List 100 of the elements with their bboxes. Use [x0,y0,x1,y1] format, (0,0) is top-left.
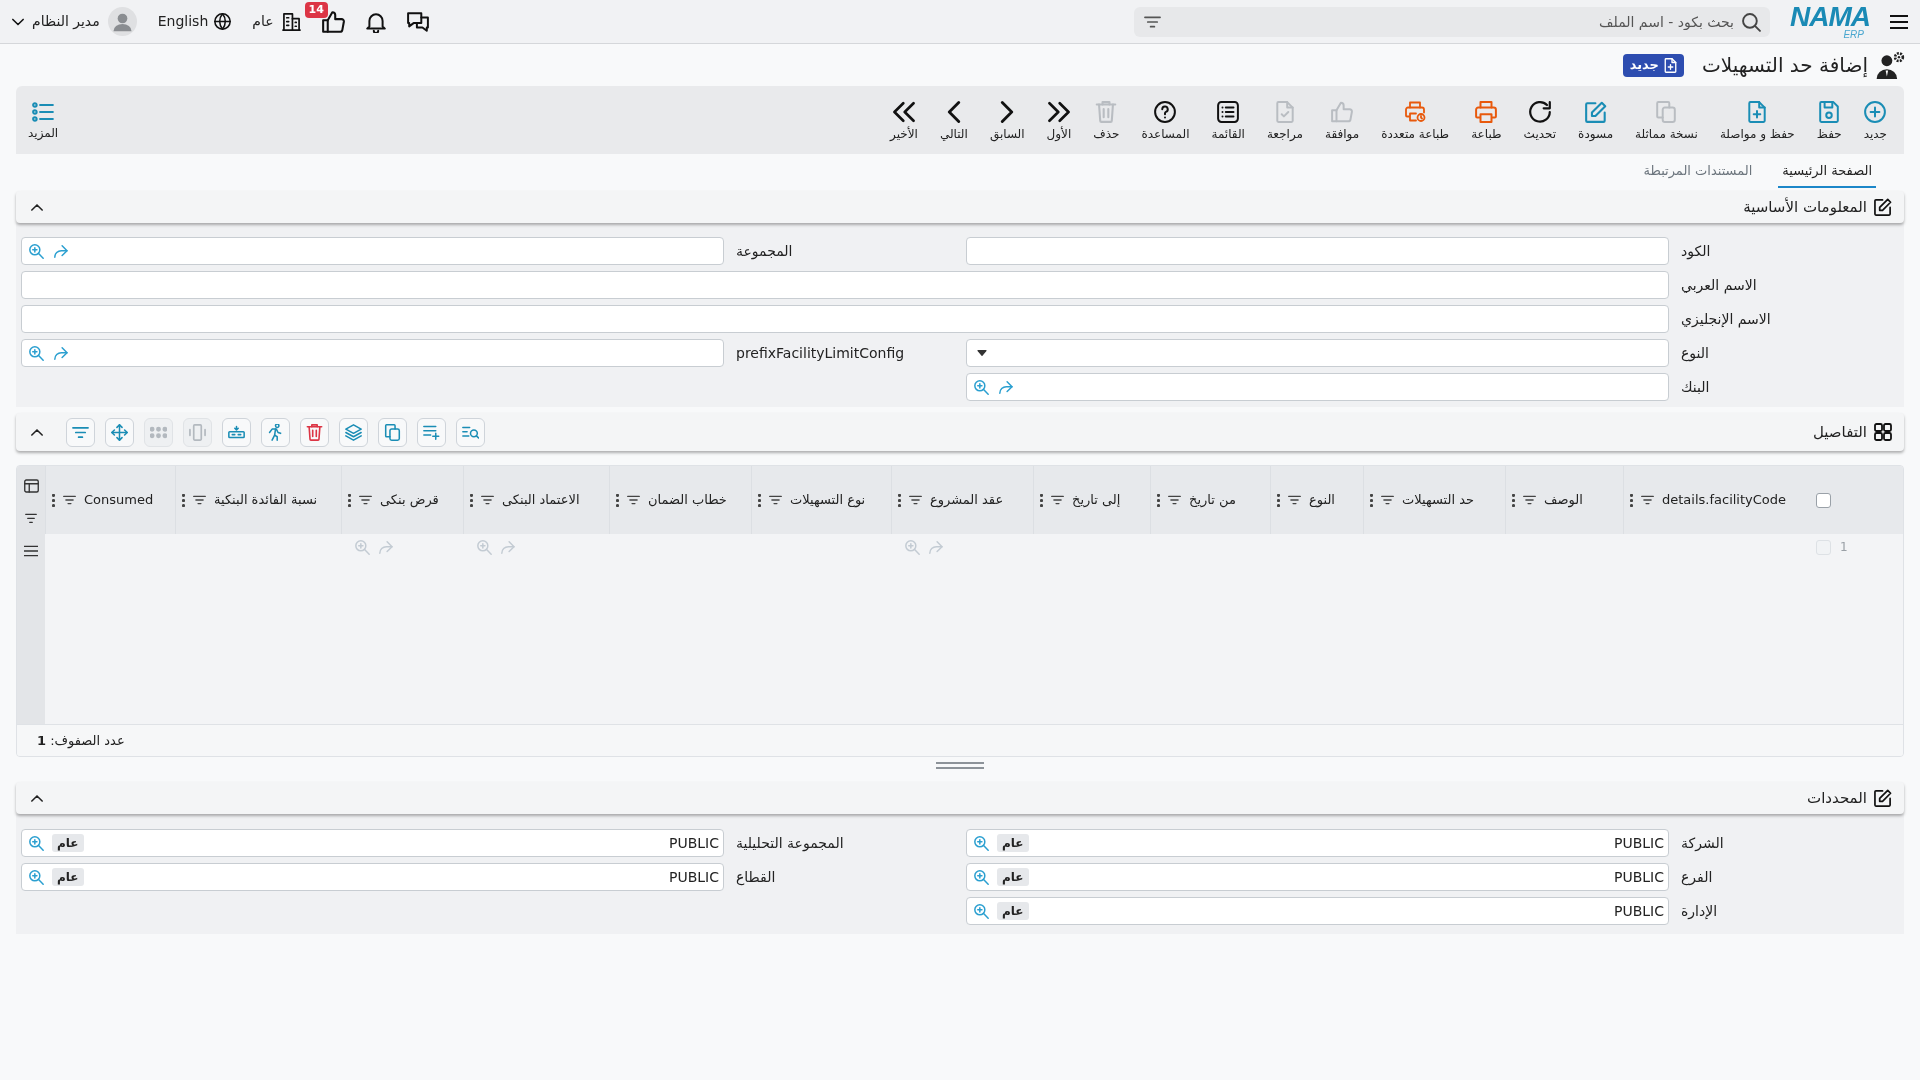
column-header[interactable]: details.facilityCode [1662,490,1787,510]
new-button[interactable]: جديد [1852,100,1898,140]
text-field[interactable] [21,271,1669,299]
column-header[interactable]: حد التسهيلات [1402,490,1474,510]
column-header[interactable]: نسبة الفائدة البنكية [214,490,318,510]
kebab-menu-icon[interactable] [52,493,55,507]
lookup-field[interactable] [21,237,724,265]
select-all-checkbox[interactable] [1816,492,1831,508]
kebab-menu-icon[interactable] [470,493,473,507]
more-button[interactable]: المزيد [28,101,59,139]
kebab-menu-icon[interactable] [898,493,901,507]
filter-icon[interactable] [24,513,38,525]
filter-icon[interactable] [193,495,206,505]
search-plus-icon[interactable] [29,243,44,259]
bell-icon[interactable] [365,10,386,33]
filter-icon[interactable] [1381,495,1394,505]
filter-icon[interactable] [481,495,494,505]
kebab-menu-icon[interactable] [1370,493,1373,507]
add-row-button[interactable] [417,417,446,447]
search-plus-icon[interactable] [29,869,44,885]
language-selector[interactable]: English [157,11,232,32]
copy-rows-button[interactable] [378,417,407,447]
filter-icon[interactable] [1168,495,1181,505]
field-value: PUBLIC [1613,901,1664,921]
filter-icon[interactable] [1051,495,1064,505]
filter-icon[interactable] [63,495,76,505]
refresh-button[interactable]: تحديث [1512,100,1568,140]
column-header[interactable]: قرض بنكى [380,490,439,510]
tab[interactable]: المستندات المرتبطة [1639,160,1757,188]
insert-row-button[interactable] [222,417,251,447]
chevron-up-icon [31,203,43,211]
filter-icon[interactable] [1144,15,1161,28]
resize-handle[interactable] [936,762,984,769]
kebab-menu-icon[interactable] [1040,493,1043,507]
share-icon[interactable] [53,346,68,360]
share-icon[interactable] [998,380,1013,394]
lookup-field[interactable] [21,339,724,367]
column-header[interactable]: إلى تاريخ [1072,490,1121,510]
save-button[interactable]: حفظ [1805,100,1853,140]
table-icon[interactable] [23,479,39,493]
layers-button[interactable] [339,417,368,447]
previous-button[interactable]: السابق [978,100,1036,140]
scope-tag: عام [997,868,1029,886]
help-button[interactable]: المساعدة [1130,100,1201,140]
globe-icon [214,13,232,30]
list-button[interactable]: القائمة [1200,100,1256,140]
menu-button[interactable] [1890,13,1908,30]
column-header[interactable]: من تاريخ [1189,490,1236,510]
save-continue-button[interactable]: حفظ و مواصلة [1708,100,1806,140]
search-plus-icon[interactable] [29,835,44,851]
find-rows-button[interactable] [456,417,485,447]
filter-icon[interactable] [359,495,372,505]
search-plus-icon[interactable] [974,869,989,885]
text-field[interactable] [966,237,1669,265]
last-button[interactable]: الأخير [879,100,929,140]
column-header[interactable]: خطاب الضمان [648,490,727,510]
kebab-menu-icon[interactable] [1512,493,1515,507]
filter-icon[interactable] [1523,495,1536,505]
column-header[interactable]: Consumed [84,490,154,510]
column-header[interactable]: نوع التسهيلات [790,490,866,510]
kebab-menu-icon[interactable] [758,493,761,507]
filter-icon[interactable] [769,495,782,505]
chat-bubbles-icon[interactable] [406,11,429,32]
column-header[interactable]: الاعتماد البنكى [502,490,580,510]
search-plus-icon[interactable] [974,835,989,851]
column-header[interactable]: النوع [1309,490,1335,510]
draft-button[interactable]: مسودة [1567,100,1625,140]
multi-print-button[interactable]: طباعة متعددة [1370,100,1461,140]
filter-icon[interactable] [1288,495,1301,505]
search-plus-icon[interactable] [29,345,44,361]
filter-icon[interactable] [627,495,640,505]
share-icon[interactable] [53,244,68,258]
filter-icon[interactable] [1641,495,1654,505]
search-field[interactable]: بحث بكود - اسم الملف [1134,6,1770,37]
first-button[interactable]: الأول [1035,100,1083,140]
print-button[interactable]: طباعة [1460,100,1513,140]
kebab-menu-icon[interactable] [1630,493,1633,507]
move-button[interactable] [105,417,134,447]
kebab-menu-icon[interactable] [348,493,351,507]
next-button[interactable]: التالي [928,100,979,140]
tab[interactable]: الصفحة الرئيسية [1778,160,1876,188]
search-plus-icon[interactable] [974,903,989,919]
dropdown-field[interactable] [966,339,1669,367]
filter-button[interactable] [66,417,95,447]
kebab-menu-icon[interactable] [616,493,619,507]
delete-rows-button[interactable] [300,417,329,447]
menu-icon[interactable] [24,545,38,557]
run-button[interactable] [261,417,290,447]
company-selector[interactable]: عام [252,11,301,32]
field-label: النوع [1681,343,1710,364]
filter-icon[interactable] [909,495,922,505]
kebab-menu-icon[interactable] [1277,493,1280,507]
search-plus-icon[interactable] [974,379,989,395]
lookup-field[interactable] [966,373,1669,401]
user-menu[interactable]: مدير النظام [12,7,137,36]
column-header[interactable]: الوصف [1544,490,1583,510]
kebab-menu-icon[interactable] [182,493,185,507]
text-field[interactable] [21,305,1669,333]
column-header[interactable]: عقد المشروع [930,490,1004,510]
kebab-menu-icon[interactable] [1157,493,1160,507]
